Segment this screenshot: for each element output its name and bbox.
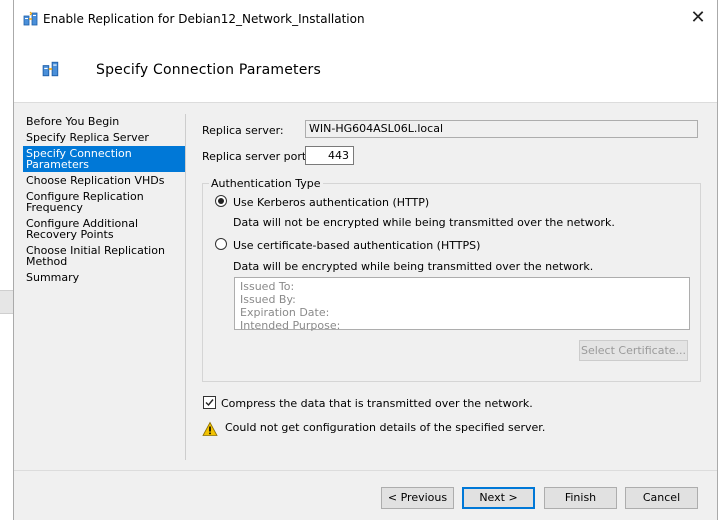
replication-page-icon <box>42 60 60 78</box>
compress-label[interactable]: Compress the data that is transmitted ov… <box>221 397 533 410</box>
kerberos-label[interactable]: Use Kerberos authentication (HTTP) <box>233 196 429 209</box>
enable-replication-dialog: Enable Replication for Debian12_Network_… <box>13 0 718 520</box>
nav-item-summary[interactable]: Summary <box>23 270 185 285</box>
replica-server-field[interactable]: WIN-HG604ASL06L.local <box>305 120 698 138</box>
authentication-type-label: Authentication Type <box>209 177 323 190</box>
nav-item-choose-initial-replication-method[interactable]: Choose Initial Replication Method <box>23 243 185 269</box>
nav-item-specify-replica-server[interactable]: Specify Replica Server <box>23 130 185 145</box>
intended-purpose-label: Intended Purpose: <box>240 319 341 332</box>
checkmark-icon <box>205 399 214 407</box>
kerberos-radio[interactable] <box>215 195 227 207</box>
window-title: Enable Replication for Debian12_Network_… <box>43 12 365 26</box>
kerberos-description: Data will not be encrypted while being t… <box>233 216 615 229</box>
certificate-radio[interactable] <box>215 238 227 250</box>
finish-button[interactable]: Finish <box>544 487 617 509</box>
next-button[interactable]: Next > <box>462 487 535 509</box>
close-icon[interactable]: ✕ <box>689 9 707 27</box>
cancel-button[interactable]: Cancel <box>625 487 698 509</box>
wizard-step-list: Before You Begin Specify Replica Server … <box>23 114 185 286</box>
expiration-date-label: Expiration Date: <box>240 306 330 319</box>
wizard-header: Specify Connection Parameters <box>14 38 717 103</box>
replication-app-icon <box>23 11 39 27</box>
replica-port-field[interactable]: 443 <box>305 146 354 165</box>
previous-button[interactable]: < Previous <box>381 487 454 509</box>
nav-divider <box>185 114 186 460</box>
nav-item-choose-replication-vhds[interactable]: Choose Replication VHDs <box>23 173 185 188</box>
certificate-label[interactable]: Use certificate-based authentication (HT… <box>233 239 480 252</box>
nav-item-configure-replication-frequency[interactable]: Configure Replication Frequency <box>23 189 185 215</box>
nav-item-specify-connection-parameters[interactable]: Specify Connection Parameters <box>23 146 185 172</box>
nav-item-configure-additional-recovery-points[interactable]: Configure Additional Recovery Points <box>23 216 185 242</box>
background-window-strip <box>0 290 14 314</box>
page-title: Specify Connection Parameters <box>96 62 321 78</box>
certificate-description: Data will be encrypted while being trans… <box>233 260 594 273</box>
warning-icon <box>202 421 218 437</box>
replica-port-label: Replica server port: <box>202 150 310 163</box>
footer-divider <box>14 470 717 471</box>
certificate-details-box: Issued To: Issued By: Expiration Date: I… <box>234 277 690 332</box>
title-bar: Enable Replication for Debian12_Network_… <box>14 0 717 38</box>
issued-to-label: Issued To: <box>240 280 295 293</box>
warning-text: Could not get configuration details of t… <box>225 421 546 434</box>
nav-item-before-you-begin[interactable]: Before You Begin <box>23 114 185 129</box>
issued-by-label: Issued By: <box>240 293 296 306</box>
select-certificate-button[interactable]: Select Certificate... <box>579 340 688 361</box>
compress-checkbox[interactable] <box>203 396 216 409</box>
replica-server-label: Replica server: <box>202 124 284 137</box>
